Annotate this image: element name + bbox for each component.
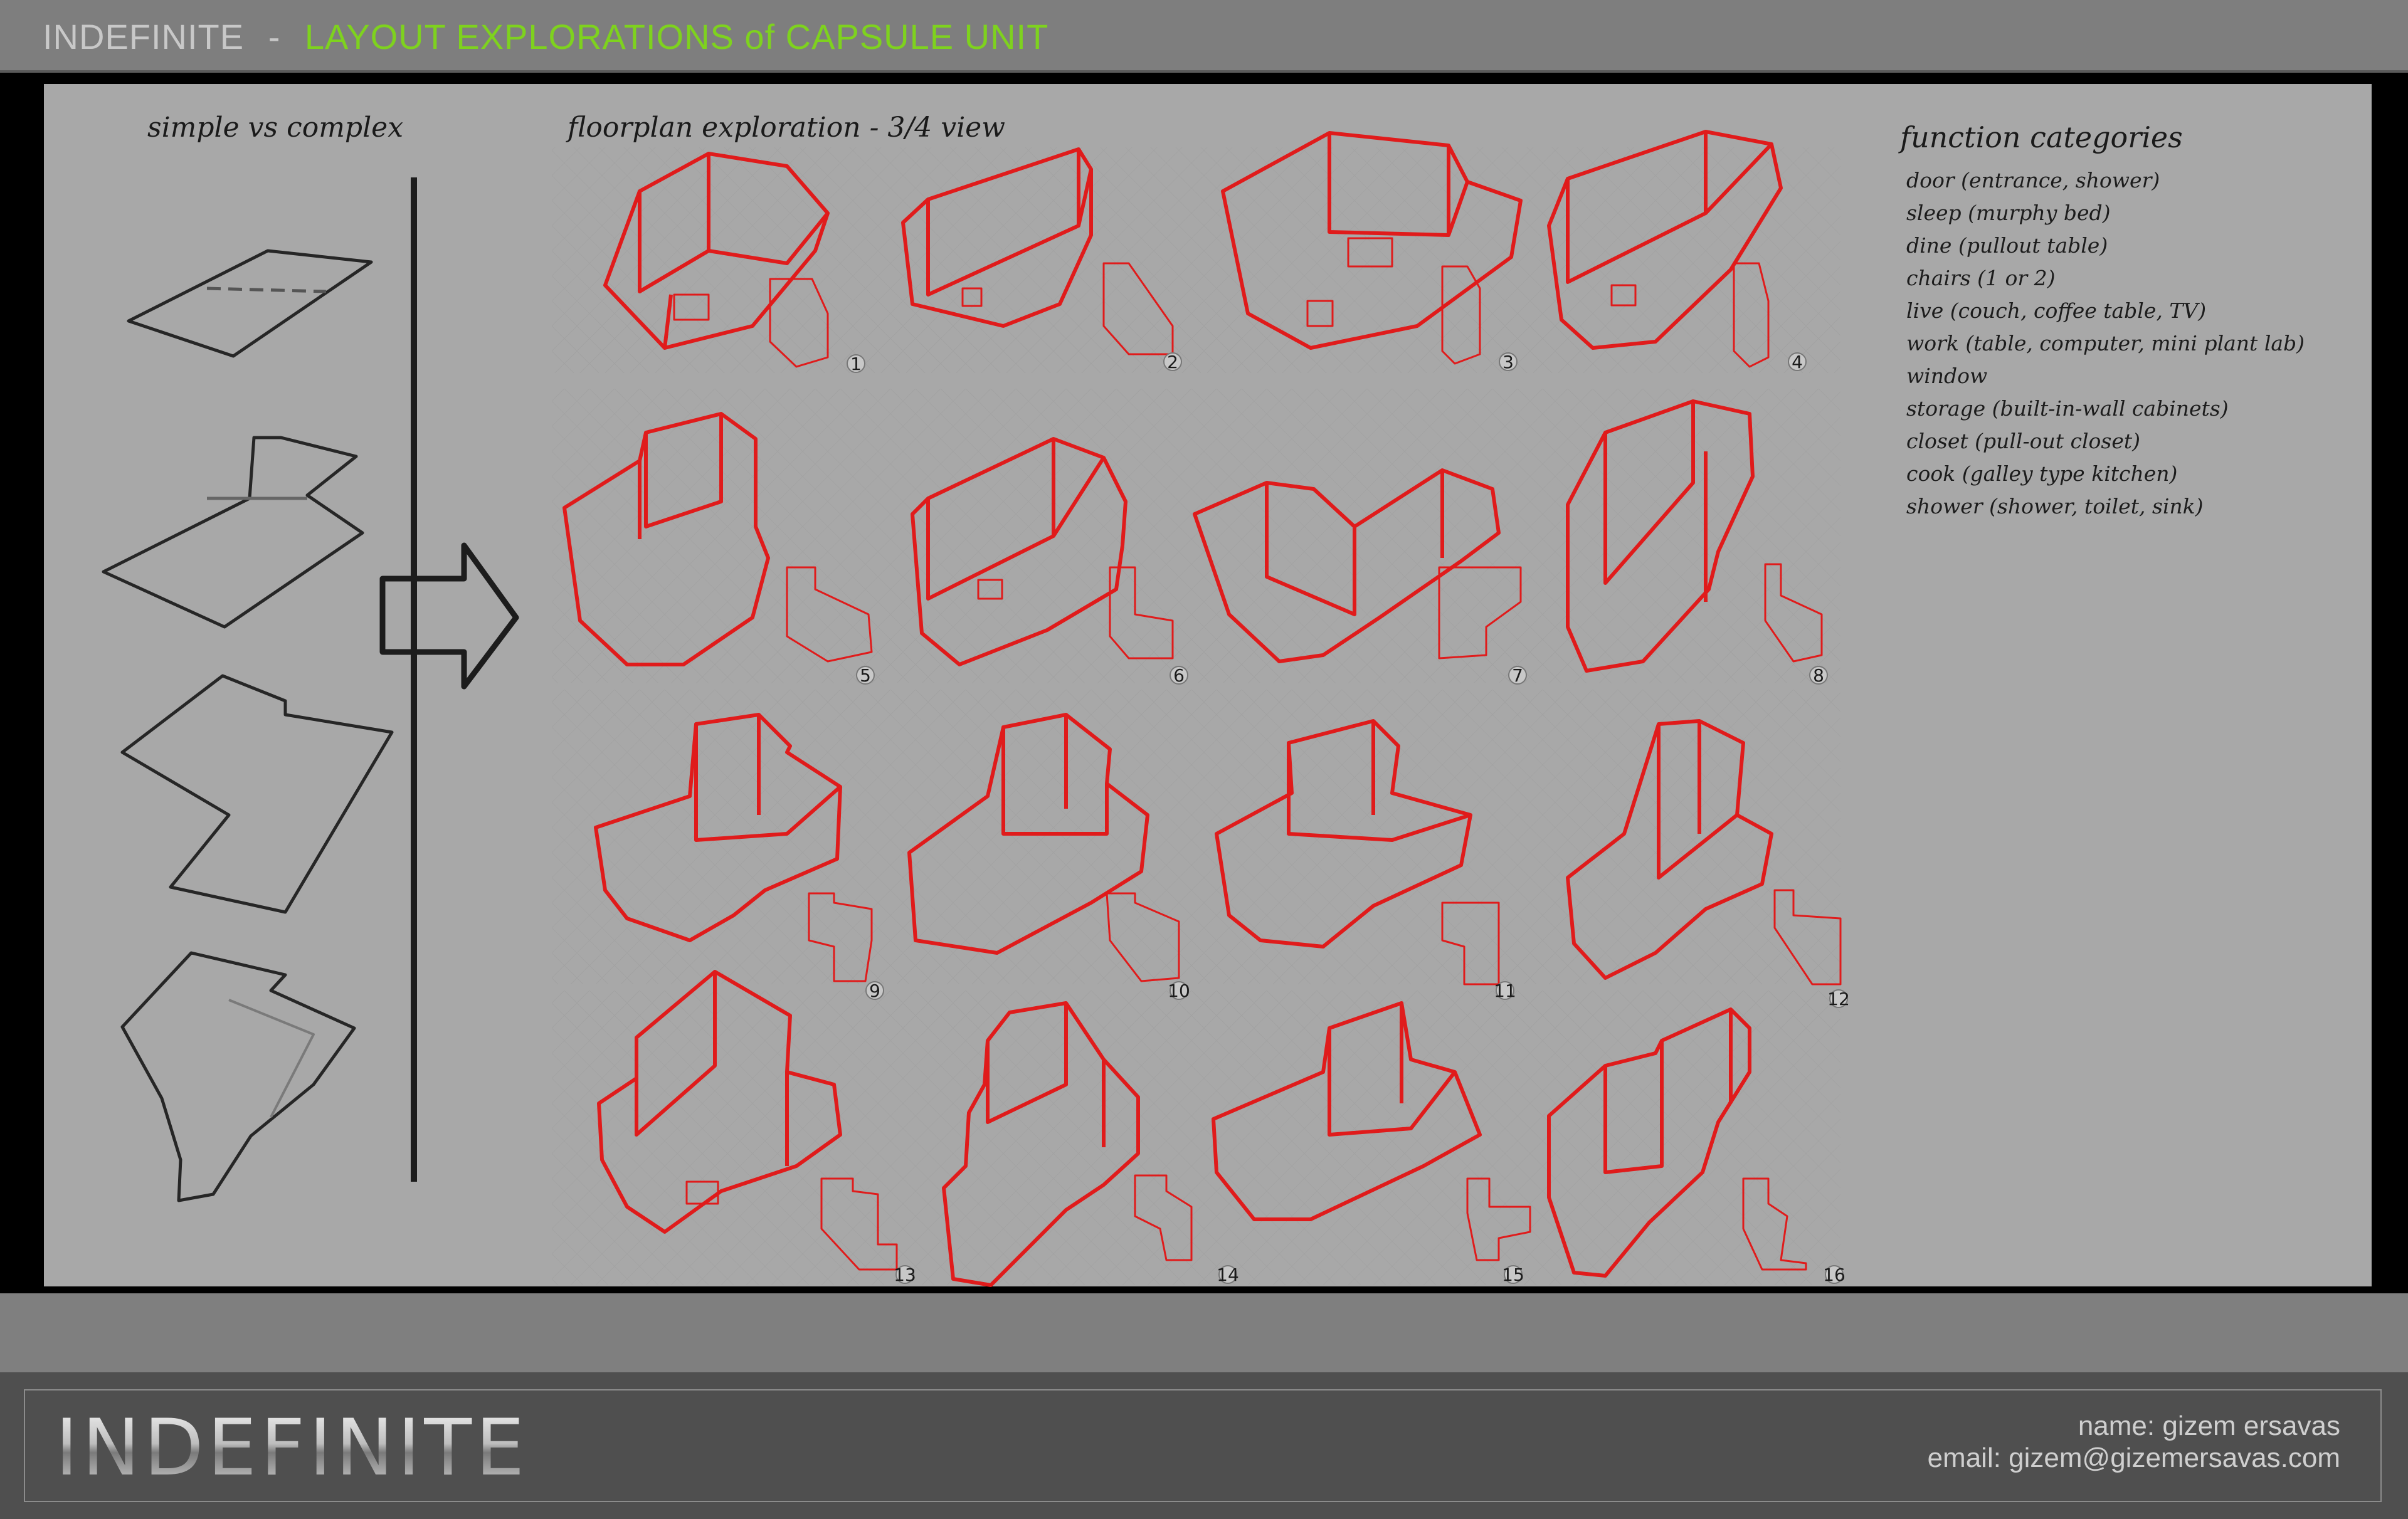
function-category-item: cook (galley type kitchen) <box>1906 461 2178 486</box>
spacer-band <box>0 1293 2408 1372</box>
complex-shape-3 <box>120 674 394 914</box>
tile-label: 15 <box>1502 1264 1524 1285</box>
tile-badge-15: 15 <box>1502 1264 1524 1285</box>
simple-vs-complex-diagrams <box>102 249 394 1202</box>
function-category-item: window <box>1906 364 1988 388</box>
tile-label: 1 <box>850 354 862 374</box>
simple-shape-1-divider <box>206 286 327 293</box>
tile-label: 4 <box>1792 352 1803 372</box>
indefinite-logo: INDEFINITE <box>55 1403 529 1493</box>
tile-label: 12 <box>1827 989 1850 1009</box>
function-category-item: shower (shower, toilet, sink) <box>1906 494 2204 518</box>
function-category-item: dine (pullout table) <box>1906 233 2108 258</box>
tile-badge-11: 11 <box>1494 980 1516 1001</box>
complex-shape-4 <box>120 951 356 1202</box>
author-email: email: gizem@gizemersavas.com <box>1927 1443 2340 1473</box>
function-category-item: live (couch, coffee table, TV) <box>1906 298 2207 323</box>
tile-label: 13 <box>894 1264 916 1285</box>
tile-label: 3 <box>1502 352 1514 372</box>
function-category-item: work (table, computer, mini plant lab) <box>1906 331 2305 355</box>
transition-arrow <box>379 177 519 1182</box>
tile-label: 14 <box>1217 1264 1239 1285</box>
tile-badge-14: 14 <box>1217 1264 1239 1285</box>
tile-label: 11 <box>1494 980 1516 1001</box>
tile-label: 10 <box>1168 980 1190 1001</box>
simple-shape-1 <box>127 249 373 358</box>
function-categories-list: door (entrance, shower) sleep (murphy be… <box>1906 164 2305 523</box>
tile-label: 7 <box>1512 665 1523 686</box>
tile-badge-10: 10 <box>1168 980 1190 1001</box>
right-arrow-icon <box>379 542 519 690</box>
simple-vs-complex-title: simple vs complex <box>147 112 404 144</box>
function-category-item: sleep (murphy bed) <box>1906 201 2111 225</box>
author-name: name: gizem ersavas <box>2078 1411 2340 1441</box>
tile-badge-12: 12 <box>1827 989 1850 1009</box>
tile-label: 6 <box>1173 665 1185 686</box>
function-category-item: chairs (1 or 2) <box>1906 266 2056 290</box>
function-categories-title: function categories <box>1900 120 2183 154</box>
tile-label: 2 <box>1167 352 1178 372</box>
function-category-item: storage (built-in-wall cabinets) <box>1906 396 2229 421</box>
function-category-item: door (entrance, shower) <box>1906 168 2160 192</box>
floorplan-exploration-title: floorplan exploration - 3/4 view <box>568 112 1005 144</box>
simple-shape-2 <box>102 436 364 629</box>
tile-label: 8 <box>1813 665 1824 686</box>
tile-label: 16 <box>1823 1264 1846 1285</box>
tile-badge-13: 13 <box>894 1264 916 1285</box>
tile-label: 5 <box>860 665 871 686</box>
tile-label: 9 <box>869 980 880 1001</box>
function-category-item: closet (pull-out closet) <box>1906 429 2141 453</box>
tile-badge-16: 16 <box>1823 1264 1846 1285</box>
